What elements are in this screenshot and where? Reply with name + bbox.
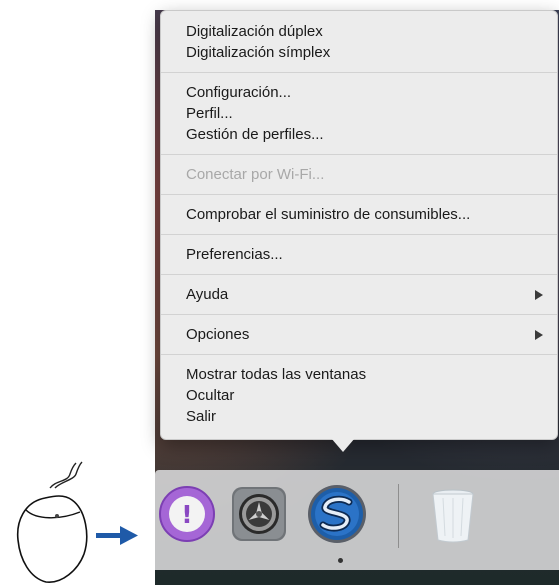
system-preferences-icon[interactable]: [227, 482, 291, 546]
menu-item-options-label: Opciones: [186, 326, 250, 343]
menu-item-simplex-scan[interactable]: Digitalización símplex: [161, 42, 557, 63]
arrow-right-icon: [96, 526, 138, 545]
menu-item-profile[interactable]: Perfil...: [161, 103, 557, 124]
screenshot-stage: Digitalización dúplex Digitalización sím…: [0, 0, 559, 585]
dock-separator: [398, 484, 399, 548]
menu-item-show-all-windows[interactable]: Mostrar todas las ventanas: [161, 364, 557, 385]
exclamation-glyph: !: [181, 500, 192, 529]
menu-item-help[interactable]: Ayuda: [161, 284, 557, 305]
trash-icon[interactable]: [421, 482, 485, 546]
menu-separator: [161, 72, 557, 73]
menu-item-preferences[interactable]: Preferencias...: [161, 244, 557, 265]
menu-separator: [161, 234, 557, 235]
feedback-assistant-icon[interactable]: !: [155, 482, 219, 546]
mouse-icon: [16, 461, 88, 583]
menu-item-options[interactable]: Opciones: [161, 324, 557, 345]
submenu-arrow-icon: [535, 290, 543, 300]
menu-item-profile-management[interactable]: Gestión de perfiles...: [161, 124, 557, 145]
menu-separator: [161, 154, 557, 155]
menu-separator: [161, 354, 557, 355]
menu-item-duplex-scan[interactable]: Digitalización dúplex: [161, 21, 557, 42]
menu-pointer: [331, 438, 355, 452]
mouse-illustration: [16, 461, 138, 583]
scansnap-manager-icon[interactable]: [305, 482, 369, 546]
menu-item-settings[interactable]: Configuración...: [161, 82, 557, 103]
menu-item-quit[interactable]: Salir: [161, 406, 557, 427]
menu-item-help-label: Ayuda: [186, 286, 229, 303]
menu-item-connect-wifi: Conectar por Wi-Fi...: [186, 166, 325, 183]
dock: !: [155, 470, 559, 570]
menu-item-hide[interactable]: Ocultar: [161, 385, 557, 406]
dock-context-menu: Digitalización dúplex Digitalización sím…: [160, 10, 558, 440]
running-indicator: [338, 558, 343, 563]
menu-item-check-consumables[interactable]: Comprobar el suministro de consumibles..…: [161, 204, 557, 225]
submenu-arrow-icon: [535, 330, 543, 340]
menu-separator: [161, 274, 557, 275]
menu-separator: [161, 314, 557, 315]
menu-separator: [161, 194, 557, 195]
